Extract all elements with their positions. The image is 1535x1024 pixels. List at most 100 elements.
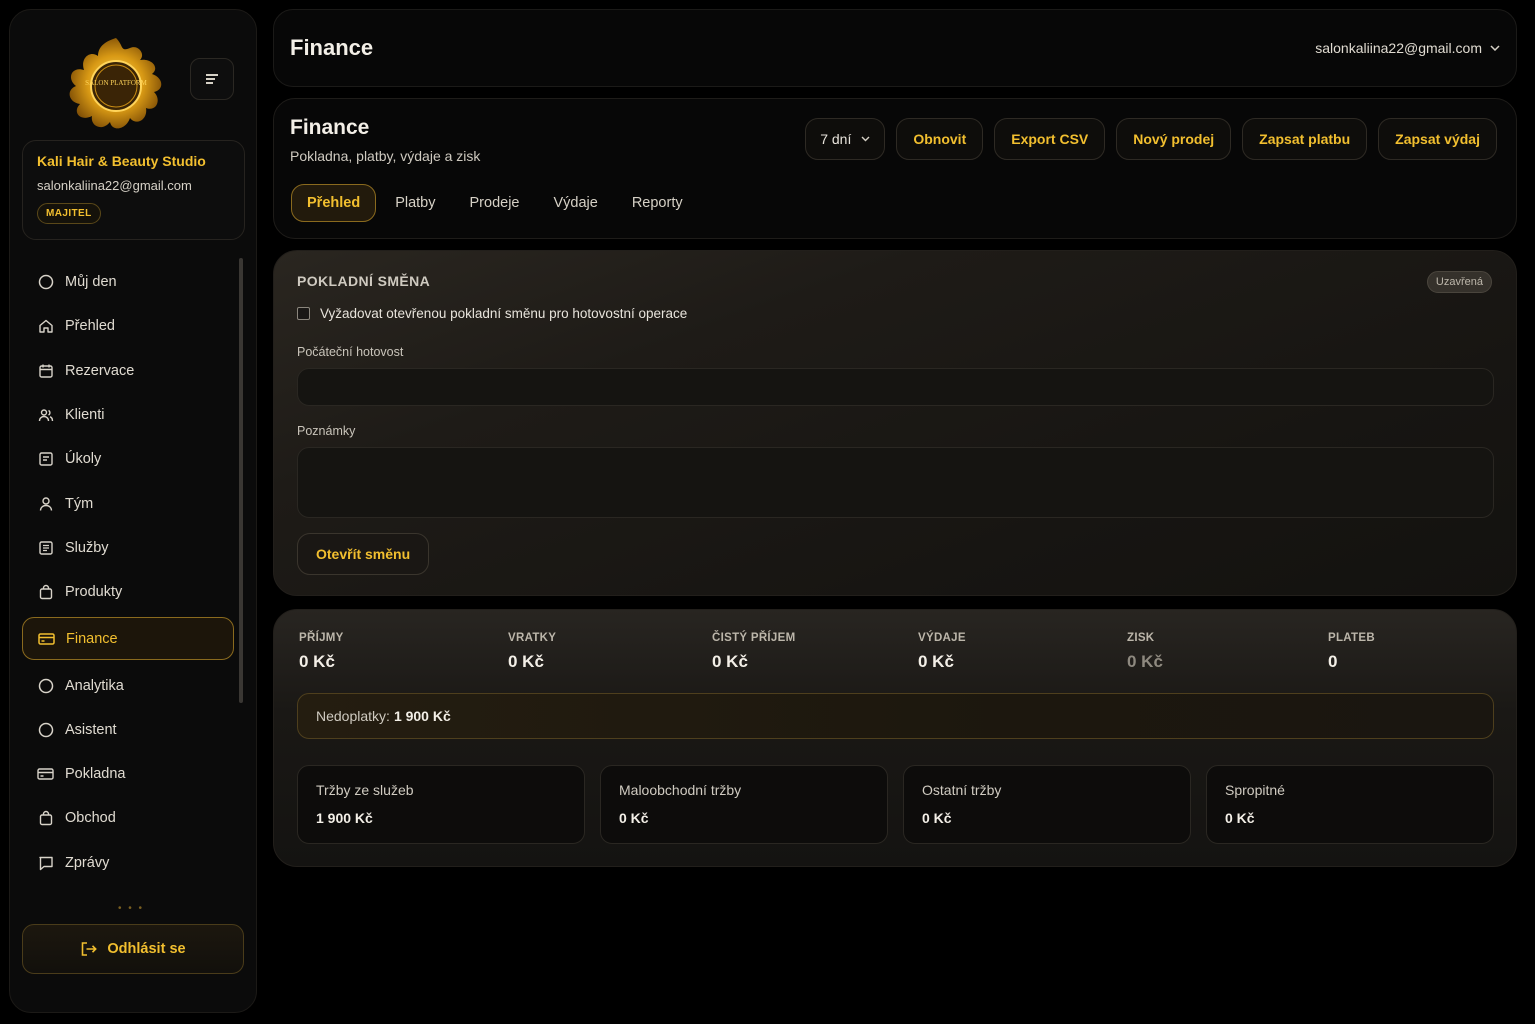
chevron-down-icon: [861, 136, 870, 142]
card-value: 1 900 Kč: [316, 810, 373, 826]
sidebar-item-tym[interactable]: Tým: [22, 481, 234, 525]
user-menu[interactable]: salonkaliina22@gmail.com: [1315, 40, 1500, 56]
stat-profit: ZISK 0 Kč: [1127, 632, 1163, 672]
sidebar-item-label: Přehled: [65, 318, 115, 335]
refresh-button[interactable]: Obnovit: [896, 118, 984, 160]
record-expense-button[interactable]: Zapsat výdaj: [1378, 118, 1497, 160]
sidebar-item-ukoly[interactable]: Úkoly: [22, 437, 234, 481]
sidebar-item-label: Zprávy: [65, 854, 110, 871]
list-icon: [37, 539, 54, 556]
top-bar: Finance salonkaliina22@gmail.com: [273, 9, 1517, 87]
sidebar-item-label: Finance: [66, 630, 118, 647]
revenue-card-services: Tržby ze služeb 1 900 Kč: [297, 765, 585, 844]
new-sale-button[interactable]: Nový prodej: [1116, 118, 1232, 160]
period-value: 7 dní: [820, 131, 852, 147]
require-shift-checkbox[interactable]: [297, 307, 310, 320]
stat-value: 0 Kč: [1127, 652, 1163, 671]
require-shift-checkbox-row[interactable]: Vyžadovat otevřenou pokladní směnu pro h…: [297, 306, 687, 321]
section-title: Finance: [290, 116, 370, 139]
stat-label: ZISK: [1127, 632, 1155, 644]
sidebar-nav: Můj den Přehled Rezervace Klienti Úkoly …: [22, 260, 234, 885]
status-badge: Uzavřená: [1426, 271, 1492, 293]
notes-textarea[interactable]: [297, 447, 1494, 518]
header-actions: 7 dní Obnovit Export CSV Nový prodej Zap…: [805, 118, 1497, 160]
stat-value: 0 Kč: [508, 652, 544, 671]
finance-header: Finance Pokladna, platby, výdaje a zisk …: [273, 98, 1517, 239]
sidebar-item-produkty[interactable]: Produkty: [22, 570, 234, 614]
sidebar-item-prehled[interactable]: Přehled: [22, 304, 234, 348]
revenue-card-other: Ostatní tržby 0 Kč: [903, 765, 1191, 844]
role-badge: MAJITEL: [37, 203, 101, 224]
stat-label: VRATKY: [508, 632, 557, 644]
circle-icon: [37, 677, 54, 694]
logout-label: Odhlásit se: [107, 941, 186, 957]
circle-icon: [37, 721, 54, 738]
profile-email: salonkaliina22@gmail.com: [37, 178, 192, 193]
sidebar-item-muj-den[interactable]: Můj den: [22, 260, 234, 304]
sidebar-item-label: Produkty: [65, 584, 123, 601]
shift-title: POKLADNÍ SMĚNA: [297, 273, 431, 289]
sidebar-item-label: Asistent: [65, 721, 117, 738]
logout-icon: [80, 941, 98, 957]
stat-label: PŘÍJMY: [299, 632, 344, 644]
revenue-card-tips: Spropitné 0 Kč: [1206, 765, 1494, 844]
stat-income: PŘÍJMY 0 Kč: [299, 632, 344, 672]
menu-icon: [206, 72, 218, 87]
sidebar-item-rezervace[interactable]: Rezervace: [22, 349, 234, 393]
card-icon: [38, 630, 55, 647]
sidebar-item-label: Rezervace: [65, 362, 135, 379]
sidebar-item-label: Pokladna: [65, 766, 126, 783]
calendar-icon: [37, 362, 54, 379]
arrears-label: Nedoplatky:: [316, 708, 390, 724]
card-value: 0 Kč: [922, 810, 952, 826]
tab-prehled[interactable]: Přehled: [291, 184, 377, 222]
card-label: Spropitné: [1225, 782, 1285, 798]
circle-icon: [37, 274, 54, 291]
user-email: salonkaliina22@gmail.com: [1315, 40, 1482, 56]
tab-prodeje[interactable]: Prodeje: [453, 184, 537, 222]
sidebar-item-zpravy[interactable]: Zprávy: [22, 841, 234, 885]
sidebar-item-analytika[interactable]: Analytika: [22, 663, 234, 707]
cash-shift-panel: POKLADNÍ SMĚNA Uzavřená Vyžadovat otevře…: [273, 250, 1517, 596]
finance-tabs: Přehled Platby Prodeje Výdaje Reporty: [291, 184, 700, 222]
profile-card: Kali Hair & Beauty Studio salonkaliina22…: [22, 140, 245, 240]
page-title: Finance: [290, 35, 374, 60]
task-icon: [37, 451, 54, 468]
bag-icon: [37, 810, 54, 827]
arrears-value: 1 900 Kč: [393, 708, 451, 724]
users-icon: [37, 407, 54, 424]
section-subtitle: Pokladna, platby, výdaje a zisk: [290, 148, 481, 164]
salon-platform-logo[interactable]: SALON PLATFORM: [60, 34, 172, 134]
sidebar-item-pokladna[interactable]: Pokladna: [22, 752, 234, 796]
logout-button[interactable]: Odhlásit se: [22, 924, 244, 974]
stat-label: VÝDAJE: [918, 632, 966, 644]
tab-platby[interactable]: Platby: [378, 184, 452, 222]
stat-label: PLATEB: [1328, 632, 1375, 644]
card-value: 0 Kč: [1225, 810, 1255, 826]
card-label: Maloobchodní tržby: [619, 782, 742, 798]
sidebar-item-klienti[interactable]: Klienti: [22, 393, 234, 437]
user-icon: [37, 495, 54, 512]
sidebar: SALON PLATFORM Kali Hair & Beauty Studio…: [9, 9, 257, 1013]
sidebar-item-sluzby[interactable]: Služby: [22, 526, 234, 570]
sidebar-toggle-button[interactable]: [190, 58, 234, 100]
tab-vydaje[interactable]: Výdaje: [536, 184, 614, 222]
card-value: 0 Kč: [619, 810, 649, 826]
revenue-card-retail: Maloobchodní tržby 0 Kč: [600, 765, 888, 844]
stat-value: 0 Kč: [712, 652, 748, 671]
record-payment-button[interactable]: Zapsat platbu: [1242, 118, 1368, 160]
tab-reporty[interactable]: Reporty: [615, 184, 700, 222]
sidebar-item-label: Služby: [65, 539, 109, 556]
stat-label: ČISTÝ PŘÍJEM: [712, 632, 796, 644]
export-csv-button[interactable]: Export CSV: [994, 118, 1106, 160]
notes-label: Poznámky: [297, 424, 356, 438]
opening-cash-input[interactable]: [297, 368, 1494, 406]
sidebar-item-finance[interactable]: Finance: [22, 617, 234, 661]
home-icon: [37, 318, 54, 335]
stat-value: 0 Kč: [918, 652, 954, 671]
open-shift-button[interactable]: Otevřít směnu: [297, 533, 430, 575]
period-select[interactable]: 7 dní: [805, 118, 886, 160]
sidebar-item-obchod[interactable]: Obchod: [22, 796, 234, 840]
sidebar-scrollbar[interactable]: [239, 258, 243, 703]
sidebar-item-asistent[interactable]: Asistent: [22, 708, 234, 752]
